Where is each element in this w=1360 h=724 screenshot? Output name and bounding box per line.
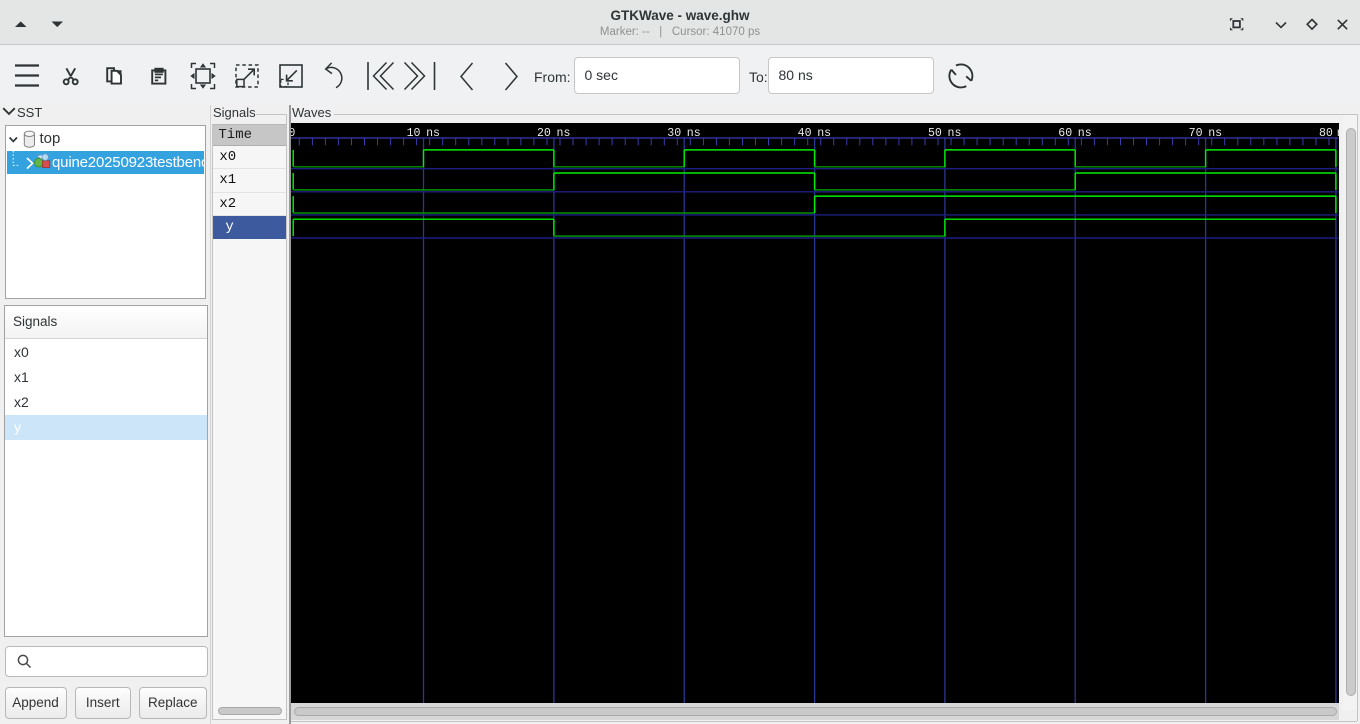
svg-text:50: 50 (928, 127, 942, 140)
svg-text:40: 40 (798, 127, 812, 140)
svg-text:ns: ns (817, 127, 831, 140)
svg-text:ns: ns (426, 127, 440, 140)
svg-text:70: 70 (1189, 127, 1203, 140)
svg-text:ns: ns (1078, 127, 1092, 140)
svg-text:ns: ns (948, 127, 962, 140)
svg-text:ns: ns (687, 127, 701, 140)
svg-text:10: 10 (407, 127, 421, 140)
svg-text:20: 20 (537, 127, 551, 140)
svg-text:ns: ns (1208, 127, 1222, 140)
svg-text:ns: ns (557, 127, 571, 140)
svg-text:60: 60 (1058, 127, 1072, 140)
svg-text:0: 0 (291, 127, 295, 140)
svg-text:80: 80 (1319, 127, 1333, 140)
svg-text:30: 30 (667, 127, 681, 140)
svg-text:ns: ns (1337, 127, 1339, 140)
